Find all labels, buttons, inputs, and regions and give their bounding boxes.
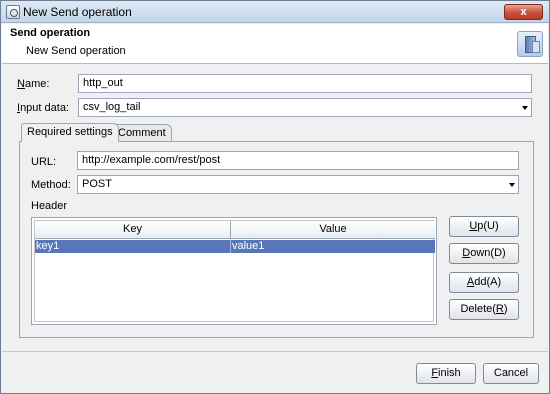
window-title: New Send operation — [23, 5, 132, 19]
dialog-window: New Send operation x Send operation New … — [0, 0, 550, 394]
dialog-header: Send operation New Send operation — [2, 24, 548, 64]
footer-separator — [2, 351, 548, 352]
up-button[interactable]: Up(U) — [449, 216, 519, 237]
header-table: Key Value key1 value1 — [31, 217, 437, 325]
header-description: New Send operation — [26, 45, 126, 57]
column-header-value[interactable]: Value — [231, 221, 435, 239]
method-value: POST — [82, 178, 112, 190]
title-bar[interactable]: New Send operation x — [1, 1, 549, 23]
cancel-button[interactable]: Cancel — [483, 363, 539, 384]
app-icon — [6, 5, 20, 19]
operation-icon — [517, 31, 543, 57]
header-title: Send operation — [10, 27, 91, 39]
delete-button[interactable]: Delete(R) — [449, 299, 519, 320]
cell-key[interactable]: key1 — [35, 240, 231, 253]
cell-value[interactable]: value1 — [231, 240, 435, 253]
url-label: URL: — [31, 156, 57, 168]
table-row[interactable]: key1 value1 — [35, 240, 435, 253]
finish-button[interactable]: Finish — [416, 363, 476, 384]
close-icon: x — [520, 6, 527, 18]
tab-required-settings[interactable]: Required settings — [21, 123, 119, 142]
name-label: Name: — [17, 78, 50, 90]
input-data-label: Input data: — [17, 102, 69, 114]
url-field[interactable]: http://example.com/rest/post — [77, 151, 519, 170]
name-field[interactable]: http_out — [78, 74, 532, 93]
input-data-select[interactable]: csv_log_tail — [78, 98, 532, 117]
down-button[interactable]: Down(D) — [449, 243, 519, 264]
tab-comment[interactable]: Comment — [112, 124, 172, 142]
header-section-label: Header — [31, 200, 68, 212]
add-button[interactable]: Add(A) — [449, 272, 519, 293]
method-select[interactable]: POST — [77, 175, 519, 194]
chevron-down-icon — [522, 106, 528, 110]
table-viewport: Key Value key1 value1 — [34, 220, 435, 322]
close-button[interactable]: x — [504, 4, 543, 20]
method-label: Method: — [31, 179, 71, 191]
column-header-key[interactable]: Key — [35, 221, 231, 239]
input-data-value: csv_log_tail — [83, 101, 141, 113]
chevron-down-icon — [509, 183, 515, 187]
